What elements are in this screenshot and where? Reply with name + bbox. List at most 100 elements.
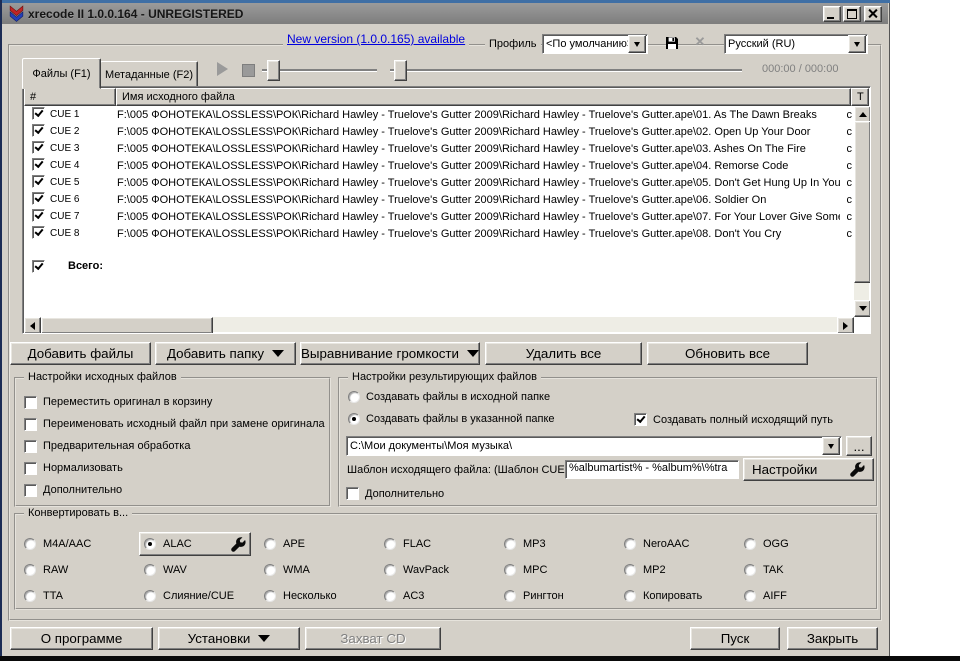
seek-slider-thumb[interactable]: [394, 60, 407, 81]
row-checkbox[interactable]: [32, 141, 45, 154]
row-checkbox[interactable]: [32, 226, 45, 239]
horizontal-scrollbar[interactable]: [24, 317, 854, 332]
checkbox[interactable]: [24, 418, 37, 431]
radio[interactable]: [384, 590, 396, 602]
output-path-combobox[interactable]: C:\Мои документы\Моя музыка\: [346, 436, 842, 456]
volume-slider-thumb[interactable]: [267, 60, 280, 81]
radio[interactable]: [384, 564, 396, 576]
total-checkbox[interactable]: [32, 260, 45, 273]
codec-option-ape[interactable]: APE: [264, 538, 384, 550]
profile-dropdown-button[interactable]: [628, 35, 646, 53]
radio[interactable]: [624, 564, 636, 576]
minimize-button[interactable]: [823, 6, 841, 22]
output-path-dropdown-button[interactable]: [822, 437, 840, 455]
row-checkbox[interactable]: [32, 209, 45, 222]
table-row[interactable]: CUE 1F:\005 ФОНОТЕКА\LOSSLESS\РОК\Richar…: [24, 106, 854, 123]
source-option[interactable]: Дополнительно: [24, 479, 323, 501]
codec-option-mpc[interactable]: MPC: [504, 564, 624, 576]
codec-option-mp3[interactable]: MP3: [504, 538, 624, 550]
checkbox[interactable]: [24, 462, 37, 475]
codec-option-tta[interactable]: TTA: [24, 590, 144, 602]
maximize-button[interactable]: [843, 6, 861, 22]
codec-option-несколько[interactable]: Несколько: [264, 590, 384, 602]
table-row[interactable]: CUE 6F:\005 ФОНОТЕКА\LOSSLESS\РОК\Richar…: [24, 191, 854, 208]
seek-slider-track[interactable]: [390, 69, 742, 71]
codec-option-tak[interactable]: TAK: [744, 564, 856, 576]
radio[interactable]: [744, 564, 756, 576]
radio[interactable]: [144, 564, 156, 576]
row-checkbox[interactable]: [32, 158, 45, 171]
codec-option-alac[interactable]: ALAC: [139, 532, 251, 556]
close-button[interactable]: [864, 6, 882, 22]
vertical-scrollbar[interactable]: [854, 106, 869, 317]
radio[interactable]: [144, 590, 156, 602]
volume-normalize-button[interactable]: Выравнивание громкости: [300, 342, 480, 365]
checkbox[interactable]: [24, 396, 37, 409]
radio-source-folder[interactable]: Создавать файлы в исходной папке: [348, 391, 550, 403]
checkbox[interactable]: [346, 487, 359, 500]
update-link[interactable]: New version (1.0.0.165) available: [283, 32, 469, 48]
codec-option-mp2[interactable]: MP2: [624, 564, 744, 576]
refresh-all-button[interactable]: Обновить все: [647, 342, 808, 365]
source-option[interactable]: Переименовать исходный файл при замене о…: [24, 413, 323, 435]
radio[interactable]: [624, 590, 636, 602]
scroll-down-button[interactable]: [854, 300, 871, 317]
about-button[interactable]: О программе: [10, 627, 153, 650]
save-profile-button[interactable]: [664, 35, 680, 51]
column-header-type[interactable]: T: [851, 88, 869, 106]
radio[interactable]: [264, 538, 276, 550]
radio[interactable]: [504, 590, 516, 602]
codec-option-копировать[interactable]: Копировать: [624, 590, 744, 602]
browse-button[interactable]: ...: [846, 436, 872, 456]
codec-option-aiff[interactable]: AIFF: [744, 590, 856, 602]
checkbox[interactable]: [634, 413, 647, 426]
checkbox[interactable]: [24, 484, 37, 497]
table-row[interactable]: CUE 2F:\005 ФОНОТЕКА\LOSSLESS\РОК\Richar…: [24, 123, 854, 140]
codec-option-слияние-cue[interactable]: Слияние/CUE: [144, 590, 264, 602]
row-checkbox[interactable]: [32, 107, 45, 120]
horizontal-scroll-thumb[interactable]: [41, 317, 213, 334]
template-input[interactable]: %albumartist% - %album%\%tra: [565, 460, 739, 479]
codec-option-рингтон[interactable]: Рингтон: [504, 590, 624, 602]
stop-button[interactable]: [242, 64, 255, 77]
file-table[interactable]: # Имя исходного файла T CUE 1F:\005 ФОНО…: [22, 86, 871, 334]
radio[interactable]: [264, 590, 276, 602]
source-option[interactable]: Переместить оригинал в корзину: [24, 391, 323, 413]
codec-option-ac3[interactable]: AC3: [384, 590, 504, 602]
remove-all-button[interactable]: Удалить все: [485, 342, 642, 365]
codec-option-wavpack[interactable]: WavPack: [384, 564, 504, 576]
profile-combobox[interactable]: <По умолчанию>: [542, 34, 648, 54]
column-header-filename[interactable]: Имя исходного файла: [116, 88, 851, 106]
radio[interactable]: [504, 564, 516, 576]
radio[interactable]: [24, 590, 36, 602]
codec-option-ogg[interactable]: OGG: [744, 538, 856, 550]
radio[interactable]: [624, 538, 636, 550]
radio[interactable]: [24, 564, 36, 576]
column-header-number[interactable]: #: [24, 88, 116, 106]
codec-option-wma[interactable]: WMA: [264, 564, 384, 576]
output-advanced-checkbox[interactable]: Дополнительно: [346, 487, 444, 500]
language-dropdown-button[interactable]: [848, 35, 866, 53]
tab-metadata[interactable]: Метаданные (F2): [100, 61, 198, 88]
radio[interactable]: [744, 538, 756, 550]
add-folder-button[interactable]: Добавить папку: [155, 342, 296, 365]
source-option[interactable]: Предварительная обработка: [24, 435, 323, 457]
scroll-left-button[interactable]: [24, 317, 41, 334]
codec-option-raw[interactable]: RAW: [24, 564, 144, 576]
radio[interactable]: [264, 564, 276, 576]
full-path-checkbox[interactable]: Создавать полный исходящий путь: [634, 413, 833, 426]
radio[interactable]: [24, 538, 36, 550]
source-option[interactable]: Нормализовать: [24, 457, 323, 479]
start-button[interactable]: Пуск: [690, 627, 780, 650]
radio[interactable]: [384, 538, 396, 550]
row-checkbox[interactable]: [32, 192, 45, 205]
rip-cd-button[interactable]: Захват CD: [305, 627, 441, 650]
tab-files[interactable]: Файлы (F1): [22, 58, 101, 89]
row-checkbox[interactable]: [32, 124, 45, 137]
scroll-right-button[interactable]: [837, 317, 854, 334]
play-button[interactable]: [217, 62, 228, 76]
radio[interactable]: [348, 391, 360, 403]
table-row[interactable]: CUE 3F:\005 ФОНОТЕКА\LOSSLESS\РОК\Richar…: [24, 140, 854, 157]
table-row[interactable]: CUE 8F:\005 ФОНОТЕКА\LOSSLESS\РОК\Richar…: [24, 225, 854, 242]
checkbox[interactable]: [24, 440, 37, 453]
